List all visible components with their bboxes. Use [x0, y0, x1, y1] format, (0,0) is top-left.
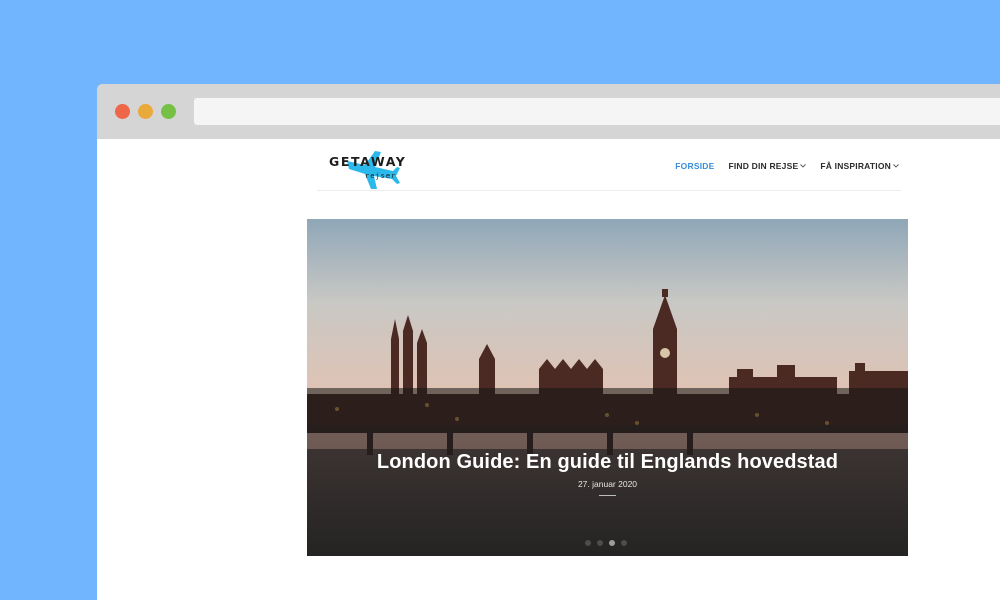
hero-slider[interactable]: London Guide: En guide til Englands hove… — [307, 219, 908, 556]
nav-item-label: FÅ INSPIRATION — [820, 161, 891, 171]
logo-wordmark: GETAWAY — [329, 154, 407, 169]
slider-pagination — [585, 540, 633, 546]
close-window-button[interactable] — [115, 104, 130, 119]
main-navigation: FORSIDE FIND DIN REJSE FÅ INSPIRATION — [661, 159, 899, 173]
slider-dot[interactable] — [597, 540, 603, 546]
nav-item-label: FIND DIN REJSE — [728, 161, 799, 171]
slider-dot-active[interactable] — [609, 540, 615, 546]
logo-subtitle: rejser — [365, 172, 397, 180]
site-header: GETAWAY rejser FORSIDE FIND DIN REJSE FÅ… — [317, 139, 901, 191]
maximize-window-button[interactable] — [161, 104, 176, 119]
hero-date: 27. januar 2020 — [577, 479, 638, 489]
nav-item-faa-inspiration[interactable]: FÅ INSPIRATION — [820, 161, 899, 171]
slider-dot[interactable] — [621, 540, 627, 546]
hero-divider — [599, 495, 616, 496]
nav-item-label: FORSIDE — [675, 161, 715, 171]
nav-item-find-din-rejse[interactable]: FIND DIN REJSE — [728, 161, 807, 171]
chevron-down-icon — [800, 164, 807, 168]
minimize-window-button[interactable] — [138, 104, 153, 119]
slider-dot[interactable] — [585, 540, 591, 546]
chevron-down-icon — [893, 164, 899, 168]
address-bar[interactable] — [194, 98, 1000, 125]
browser-titlebar — [97, 84, 1000, 139]
browser-window: GETAWAY rejser FORSIDE FIND DIN REJSE FÅ… — [97, 84, 1000, 600]
hero-title[interactable]: London Guide: En guide til Englands hove… — [307, 451, 908, 474]
nav-item-forside[interactable]: FORSIDE — [675, 161, 714, 171]
site-logo[interactable]: GETAWAY rejser — [327, 147, 417, 189]
